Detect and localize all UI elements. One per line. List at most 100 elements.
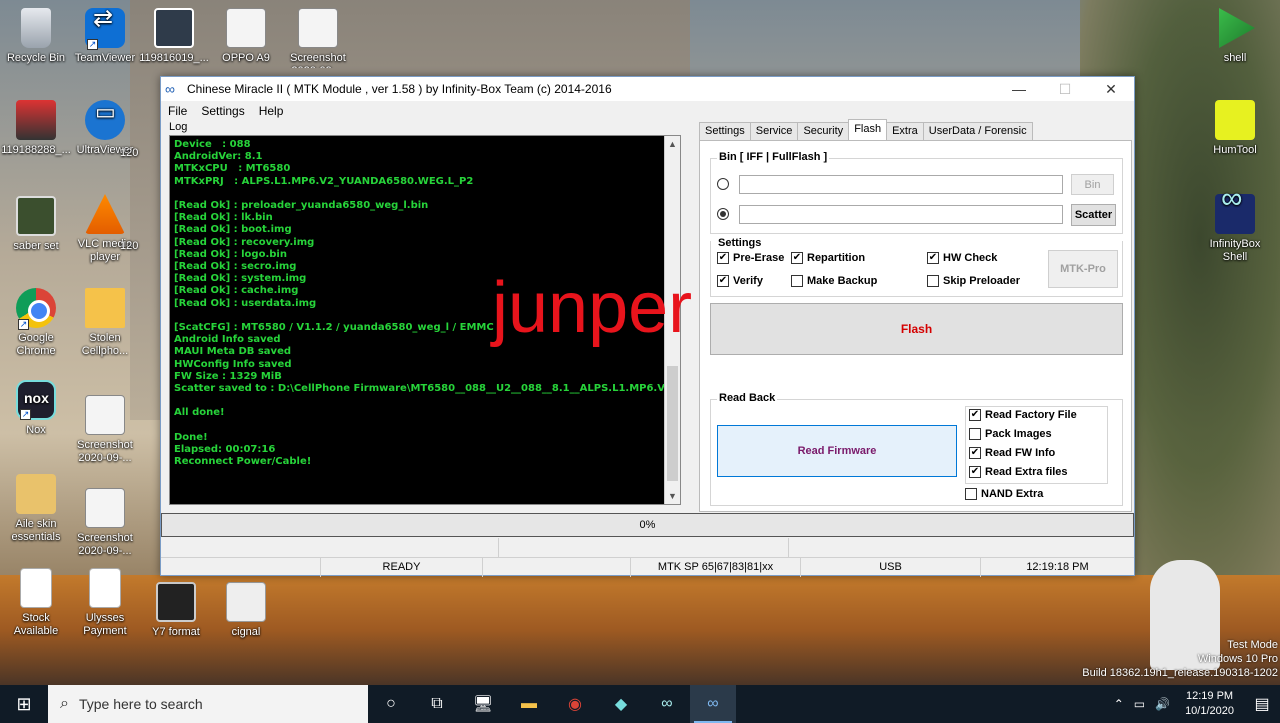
desktop-icon-humtool[interactable]: HumTool [1199, 100, 1271, 157]
checkbox-box: ✔ [969, 466, 981, 478]
desktop-icon-photo[interactable]: 119816019_... [138, 8, 210, 65]
desktop-icon-nox[interactable]: ↗ Nox [0, 380, 72, 437]
desktop-icon-y7[interactable]: Y7 format [140, 582, 212, 639]
pre-erase-checkbox[interactable]: ✔ Pre-Erase [717, 252, 784, 264]
desktop-icon-recycle-bin[interactable]: Recycle Bin [0, 8, 72, 65]
repartition-checkbox[interactable]: ✔ Repartition [791, 252, 865, 264]
bin-path-input[interactable] [739, 175, 1063, 194]
desktop-icon-screenshot-1[interactable]: Screenshot 2020-09-... [282, 8, 354, 68]
desktop-icon-screenshot-3[interactable]: Screenshot 2020-09-... [69, 488, 141, 558]
show-hidden-icons-icon[interactable]: ⌃ [1114, 697, 1124, 711]
taskbar: ⊞ ⌕ Type here to search ○ ⧉ 🖥 ▬ ◉ ◆ ∞ ∞ … [0, 685, 1280, 723]
desktop-icon-infinitybox[interactable]: InfinityBox Shell [1199, 192, 1271, 264]
aile-icon [16, 474, 56, 514]
nox-icon: ↗ [16, 380, 56, 420]
game-icon [16, 100, 56, 140]
mtk-pro-button[interactable]: MTK-Pro [1048, 250, 1118, 288]
log-label: Log [169, 121, 188, 133]
status-cell-empty [483, 558, 631, 577]
menu-settings[interactable]: Settings [194, 104, 251, 118]
status-time: 12:19:18 PM [1026, 561, 1089, 573]
checkbox-box [969, 428, 981, 440]
status-state: READY [321, 558, 483, 577]
chinese-miracle-taskbar-icon[interactable]: ∞ [690, 685, 736, 723]
desktop-icon-vlc[interactable]: VLC media player [69, 194, 141, 264]
desktop-icon-shell[interactable]: shell [1199, 8, 1271, 65]
desktop-icon-cignal[interactable]: cignal [210, 582, 282, 639]
tab-extra[interactable]: Extra [886, 122, 924, 140]
tab-flash[interactable]: Flash [848, 119, 888, 140]
status-connection: USB [801, 558, 981, 577]
scroll-thumb[interactable] [667, 366, 678, 481]
desktop-icon-game[interactable]: 119188288_... [0, 100, 72, 157]
desktop-icon-oppo[interactable]: OPPO A9 [210, 8, 282, 65]
recycle-bin-icon [21, 8, 51, 48]
desktop-icon-partial-2[interactable]: 120 [120, 240, 160, 253]
taskbar-search[interactable]: ⌕ Type here to search [48, 685, 368, 723]
desktop-icon-screenshot-2[interactable]: Screenshot 2020-09-... [69, 395, 141, 465]
scatter-button[interactable]: Scatter [1071, 204, 1116, 226]
status-protocol: MTK SP 65|67|83|81|xx [631, 558, 801, 577]
desktop-icon-stock[interactable]: Stock Available [0, 568, 72, 638]
desktop-icon-aile[interactable]: Aile skin essentials [0, 474, 72, 544]
desktop-icon-partial-1[interactable]: 120 [120, 147, 160, 160]
desktop-icon-saber[interactable]: saber set [0, 196, 72, 253]
scatter-path-input[interactable] [739, 205, 1063, 224]
infinity-taskbar-icon[interactable]: ∞ [644, 685, 690, 723]
scroll-up-icon[interactable]: ▲ [665, 136, 680, 152]
read-extra-files-checkbox[interactable]: ✔ Read Extra files [969, 466, 1068, 478]
tab-service[interactable]: Service [749, 122, 799, 140]
nand-extra-checkbox[interactable]: NAND Extra [965, 488, 1043, 500]
menu-help[interactable]: Help [252, 104, 291, 118]
desktop-icon-teamviewer[interactable]: ↗ TeamViewer [69, 8, 141, 65]
read-firmware-button[interactable]: Read Firmware [717, 425, 957, 477]
pack-images-checkbox[interactable]: Pack Images [969, 428, 1052, 440]
scroll-down-icon[interactable]: ▼ [665, 488, 680, 504]
flash-button[interactable]: Flash [710, 303, 1123, 355]
desktop-icon-chrome[interactable]: ↗ Google Chrome [0, 288, 72, 358]
hw-check-checkbox[interactable]: ✔ HW Check [927, 252, 997, 264]
skip-preloader-checkbox[interactable]: Skip Preloader [927, 275, 1020, 287]
menu-file[interactable]: File [161, 104, 194, 118]
chrome-taskbar-icon[interactable]: ◉ [552, 685, 598, 723]
minimize-button[interactable]: — [996, 77, 1042, 101]
task-view-icon[interactable]: ⧉ [414, 685, 460, 723]
tab-security[interactable]: Security [797, 122, 850, 140]
clock[interactable]: 12:19 PM 10/1/2020 [1185, 689, 1234, 719]
chrome-icon: ↗ [16, 288, 56, 330]
document-icon [20, 568, 52, 608]
bin-button[interactable]: Bin [1071, 174, 1114, 195]
app-taskbar-icon[interactable]: ◆ [598, 685, 644, 723]
close-button[interactable]: ✕ [1088, 77, 1134, 101]
desktop-icon-ulysses[interactable]: Ulysses Payment [69, 568, 141, 638]
computer-icon[interactable]: 🖥 [460, 685, 506, 723]
status-cell [499, 538, 789, 557]
menu-bar: File Settings Help [161, 101, 1134, 121]
tab-strip: Settings Service Security Flash Extra Us… [699, 119, 1033, 140]
windows-start-icon[interactable]: ⊞ [0, 685, 48, 723]
title-bar[interactable]: ∞ Chinese Miracle II ( MTK Module , ver … [161, 77, 1134, 101]
network-icon[interactable]: ▭ [1134, 697, 1145, 711]
bin-group-title: Bin [ IFF | FullFlash ] [717, 151, 830, 163]
video-icon [16, 196, 56, 236]
vlc-icon [85, 194, 125, 234]
status-cell-empty [161, 558, 321, 577]
tab-settings[interactable]: Settings [699, 122, 751, 140]
desktop-icon-stolen[interactable]: Stolen Cellpho... [69, 288, 141, 358]
read-factory-file-checkbox[interactable]: ✔ Read Factory File [969, 409, 1077, 421]
file-explorer-icon[interactable]: ▬ [506, 685, 552, 723]
cortana-icon[interactable]: ○ [368, 685, 414, 723]
status-bar: READY MTK SP 65|67|83|81|xx USB 12:19:18… [161, 557, 1134, 577]
checkbox-box: ✔ [969, 409, 981, 421]
scatter-radio[interactable] [717, 208, 729, 220]
read-fw-info-checkbox[interactable]: ✔ Read FW Info [969, 447, 1055, 459]
overlay-watermark: junper [492, 268, 693, 348]
notification-icon[interactable]: ▤ [1244, 694, 1280, 714]
verify-checkbox[interactable]: ✔ Verify [717, 275, 763, 287]
tab-userdata-forensic[interactable]: UserData / Forensic [922, 122, 1033, 140]
bin-radio[interactable] [717, 178, 729, 190]
volume-icon[interactable]: 🔊 [1155, 697, 1170, 711]
make-backup-checkbox[interactable]: Make Backup [791, 275, 877, 287]
maximize-button[interactable]: ☐ [1042, 77, 1088, 101]
humtool-icon [1215, 100, 1255, 140]
